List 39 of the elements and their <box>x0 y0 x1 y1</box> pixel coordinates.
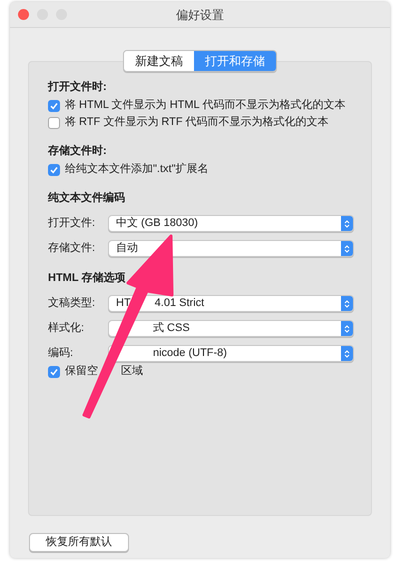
stepper-icon <box>341 296 353 311</box>
checkbox[interactable] <box>48 164 60 176</box>
section-heading: HTML 存储选项 <box>48 270 126 286</box>
value-text: 中文 (GB 18030) <box>116 216 198 231</box>
popup-menu[interactable]: 式 CSS <box>108 320 354 337</box>
value-text: 给纯文本文件添加".txt"扩展名 <box>65 162 208 178</box>
value-text: 自动 <box>116 241 138 256</box>
stepper-icon <box>341 216 353 231</box>
popup-menu[interactable]: nicode (UTF-8) <box>108 345 354 362</box>
checkmark-icon <box>50 368 58 376</box>
checkbox[interactable] <box>48 116 60 128</box>
value-text: nicode (UTF-8) <box>153 346 227 361</box>
field-label: 存储文件: <box>48 240 96 256</box>
section-heading: 纯文本文件编码 <box>48 190 126 206</box>
checkbox[interactable] <box>48 100 60 112</box>
checkmark-icon <box>50 166 58 174</box>
field-label: 编码: <box>48 346 74 362</box>
close-icon[interactable] <box>18 9 29 20</box>
reset-button[interactable]: 恢复所有默认 <box>29 532 129 552</box>
field-label: 文稿类型: <box>48 296 96 312</box>
checkbox[interactable] <box>48 366 60 378</box>
value-text: 将 RTF 文件显示为 RTF 代码而不显示为格式化的文本 <box>65 114 329 130</box>
tab[interactable]: 新建文稿 <box>124 51 194 71</box>
section-heading: 存储文件时: <box>48 144 108 159</box>
value-text: 式 CSS <box>153 321 190 336</box>
popup-menu[interactable]: 自动 <box>108 240 354 257</box>
field-label: 样式化: <box>48 321 86 336</box>
value-text: 将 HTML 文件显示为 HTML 代码而不显示为格式化的文本 <box>65 98 346 114</box>
value-text: 保留空 <box>65 364 98 380</box>
field-label: 打开文件: <box>48 216 96 232</box>
value-text: 区域 <box>121 364 143 380</box>
stepper-icon <box>341 241 353 256</box>
stepper-icon <box>341 346 353 361</box>
value-text: 4.01 Strict <box>154 296 204 311</box>
checkmark-icon <box>50 102 58 110</box>
popup-menu[interactable]: 中文 (GB 18030) <box>108 215 354 232</box>
section-heading: 打开文件时: <box>48 80 108 95</box>
stepper-icon <box>341 321 353 336</box>
window-title: 偏好设置 <box>176 6 224 24</box>
